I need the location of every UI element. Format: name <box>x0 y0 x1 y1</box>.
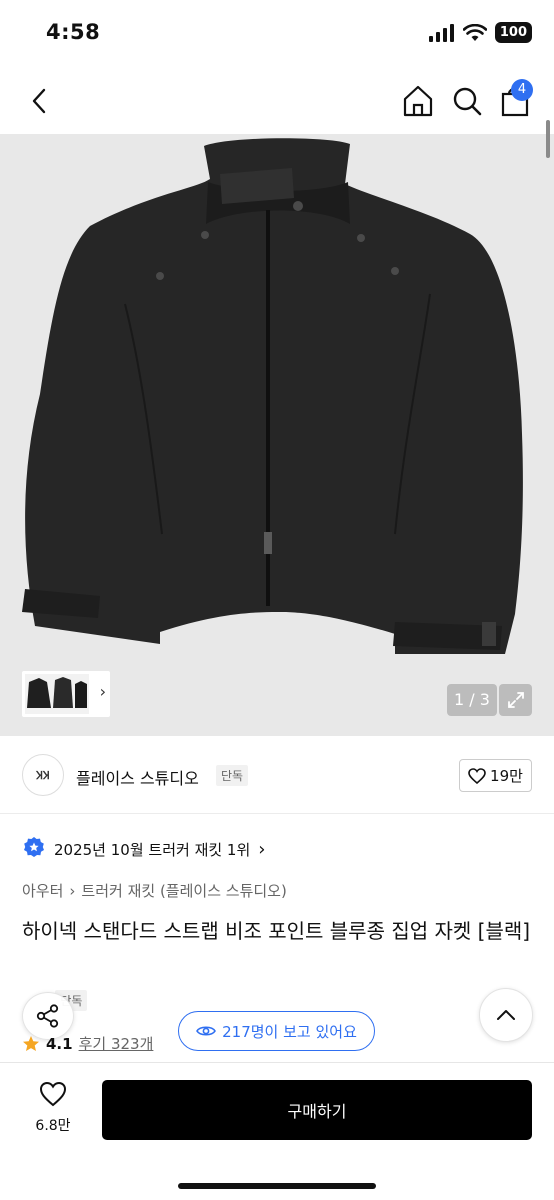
buy-button[interactable]: 구매하기 <box>102 1080 532 1140</box>
rating-score: 4.1 <box>46 1034 73 1053</box>
thumbnail-image[interactable] <box>25 674 89 714</box>
scroll-to-top-button[interactable] <box>479 988 533 1042</box>
review-count-link[interactable]: 후기 323개 <box>79 1033 154 1054</box>
status-icons: 100 <box>428 22 532 43</box>
viewers-text: 217명이 보고 있어요 <box>222 1022 357 1041</box>
share-icon <box>36 1004 59 1028</box>
breadcrumb: 아우터 › 트러커 재킷 (플레이스 스튜디오) <box>22 880 287 901</box>
ranking-medal-icon <box>24 837 44 857</box>
bottom-action-bar: 6.8만 구매하기 <box>0 1062 554 1200</box>
expand-icon <box>507 692 524 708</box>
thumbnail-jacket-image <box>25 674 89 714</box>
product-image <box>0 134 554 736</box>
brand-exclusive-tag: 단독 <box>216 765 249 786</box>
chevron-right-icon: › <box>258 838 266 860</box>
back-button[interactable] <box>22 84 56 118</box>
expand-button[interactable] <box>499 684 532 716</box>
wishlist-button[interactable]: 6.8만 <box>28 1081 78 1141</box>
product-title: 하이넥 스탠다드 스트랩 비조 포인트 블루종 집업 자켓 [블랙] <box>22 919 531 943</box>
status-time: 4:58 <box>46 20 101 44</box>
breadcrumb-category[interactable]: 아우터 <box>22 880 63 901</box>
search-icon <box>453 87 482 116</box>
brand-name[interactable]: 플레이스 스튜디오 <box>76 765 199 789</box>
breadcrumb-subcategory[interactable]: 트러커 재킷 (플레이스 스튜디오) <box>81 880 286 901</box>
battery-indicator: 100 <box>494 22 532 43</box>
heart-icon <box>39 1081 67 1107</box>
brand-logo[interactable]: ꞰꞰ <box>22 754 64 796</box>
home-button[interactable] <box>399 82 437 120</box>
rating-row: 4.1 후기 323개 <box>22 1033 153 1054</box>
navigation-bar <box>0 66 554 134</box>
signal-icon <box>428 23 454 42</box>
page-indicator: 1 / 3 <box>447 684 497 716</box>
product-image-gallery[interactable]: › 1 / 3 <box>0 134 554 736</box>
scrollbar[interactable] <box>546 120 550 158</box>
chevron-up-icon <box>497 1010 515 1020</box>
cart-count-badge: 4 <box>511 79 533 101</box>
brand-row: ꞰꞰ 플레이스 스튜디오 단독 19만 <box>0 740 554 814</box>
brand-like-count: 19만 <box>490 767 523 785</box>
brand-logo-text: ꞰꞰ <box>36 768 50 782</box>
ranking-badge-row[interactable]: 2025년 10월 트러커 재킷 1위 › <box>22 836 265 862</box>
eye-icon <box>196 1026 217 1036</box>
search-button[interactable] <box>448 82 486 120</box>
status-bar: 4:58 100 <box>0 0 554 66</box>
wishlist-count: 6.8만 <box>35 1118 71 1134</box>
brand-like-button[interactable]: 19만 <box>459 759 532 792</box>
star-icon <box>23 1035 39 1051</box>
ranking-text: 2025년 10월 트러커 재킷 1위 <box>54 840 251 859</box>
heart-icon <box>468 767 486 784</box>
chevron-right-icon: › <box>99 682 106 701</box>
chevron-left-icon <box>32 88 46 114</box>
viewers-count-pill: 217명이 보고 있어요 <box>178 1011 375 1051</box>
wifi-icon <box>462 23 487 41</box>
home-indicator <box>178 1183 376 1189</box>
home-icon <box>403 85 433 117</box>
breadcrumb-separator-icon: › <box>69 881 76 900</box>
thumbnail-strip[interactable]: › <box>22 671 110 717</box>
